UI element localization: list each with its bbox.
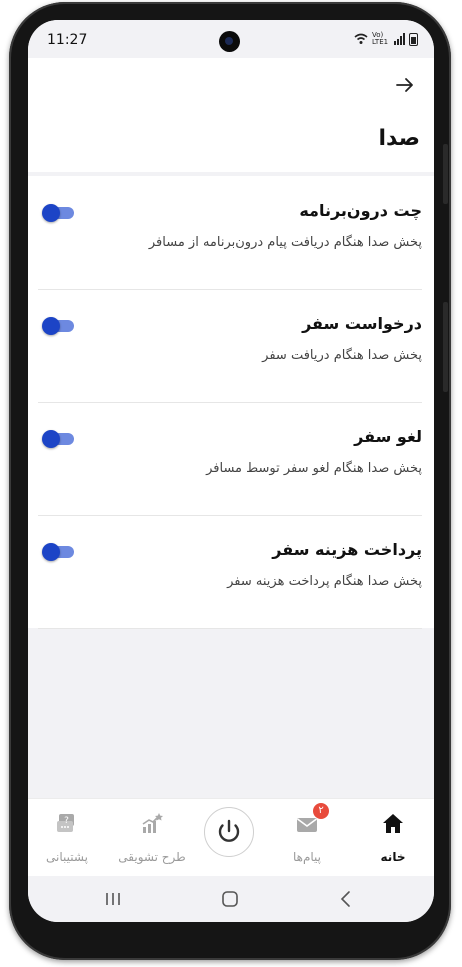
setting-title: لغو سفر: [354, 427, 422, 446]
setting-subtitle: پخش صدا هنگام دریافت سفر: [262, 348, 422, 363]
status-bar: 11:27 Vo) LTE1: [28, 20, 434, 58]
nav-support[interactable]: ? پشتیبانی: [28, 799, 107, 877]
nav-messages[interactable]: ۲ پیام‌ها: [267, 799, 347, 877]
setting-title: پرداخت هزینه سفر: [272, 540, 422, 559]
in-app-chat-toggle[interactable]: [42, 204, 74, 222]
phone-side-button: [443, 302, 448, 392]
setting-title: درخواست سفر: [302, 314, 422, 333]
system-navigation-bar: [28, 876, 434, 922]
wifi-icon: [354, 33, 368, 44]
settings-list: چت درون‌برنامه پخش صدا هنگام دریافت پیام…: [28, 176, 434, 629]
status-time: 11:27: [47, 32, 88, 48]
setting-row-trip-payment: پرداخت هزینه سفر پخش صدا هنگام پرداخت هز…: [38, 515, 422, 629]
setting-subtitle: پخش صدا هنگام دریافت پیام درون‌برنامه از…: [148, 235, 422, 250]
recent-apps-icon[interactable]: [102, 889, 124, 909]
power-button[interactable]: [204, 807, 254, 857]
setting-subtitle: پخش صدا هنگام پرداخت هزینه سفر: [227, 574, 422, 589]
battery-icon: [409, 32, 418, 46]
trip-cancel-toggle[interactable]: [42, 430, 74, 448]
arrow-right-icon[interactable]: [394, 74, 416, 96]
nav-home-label: خانه: [380, 850, 406, 864]
svg-text:?: ?: [64, 816, 69, 826]
status-icons: Vo) LTE1: [354, 32, 418, 46]
nav-incentive-label: طرح تشویقی: [118, 850, 186, 864]
toggle-thumb: [42, 543, 60, 561]
network-label: Vo) LTE1: [372, 31, 389, 46]
page-header: صدا: [28, 58, 434, 172]
front-camera: [219, 31, 240, 52]
page-title: صدا: [378, 126, 420, 151]
setting-row-trip-request: درخواست سفر پخش صدا هنگام دریافت سفر: [38, 289, 422, 403]
setting-title: چت درون‌برنامه: [299, 201, 422, 220]
power-icon: [218, 819, 240, 842]
nav-incentive[interactable]: طرح تشویقی: [112, 799, 192, 877]
toggle-thumb: [42, 430, 60, 448]
messages-badge: ۲: [313, 803, 329, 819]
toggle-thumb: [42, 317, 60, 335]
home-system-icon[interactable]: [219, 889, 241, 909]
screen: 11:27 Vo) LTE1 صدا چت درون‌برنامه پخش صد…: [28, 20, 434, 922]
chart-star-icon: [142, 813, 163, 833]
setting-subtitle: پخش صدا هنگام لغو سفر توسط مسافر: [206, 461, 422, 476]
setting-row-trip-cancel: لغو سفر پخش صدا هنگام لغو سفر توسط مسافر: [38, 402, 422, 516]
toggle-thumb: [42, 204, 60, 222]
back-system-icon[interactable]: [335, 889, 357, 909]
bottom-navigation: خانه ۲ پیام‌ها طرح تشویقی: [28, 798, 434, 877]
setting-row-in-app-chat: چت درون‌برنامه پخش صدا هنگام دریافت پیام…: [38, 176, 422, 290]
trip-request-toggle[interactable]: [42, 317, 74, 335]
nav-messages-label: پیام‌ها: [292, 850, 322, 864]
support-chat-icon: ?: [57, 814, 74, 832]
nav-support-label: پشتیبانی: [46, 850, 88, 864]
signal-icon: [394, 33, 405, 45]
nav-home[interactable]: خانه: [353, 799, 433, 877]
home-icon: [383, 814, 403, 833]
phone-side-button: [443, 144, 448, 204]
trip-payment-toggle[interactable]: [42, 543, 74, 561]
